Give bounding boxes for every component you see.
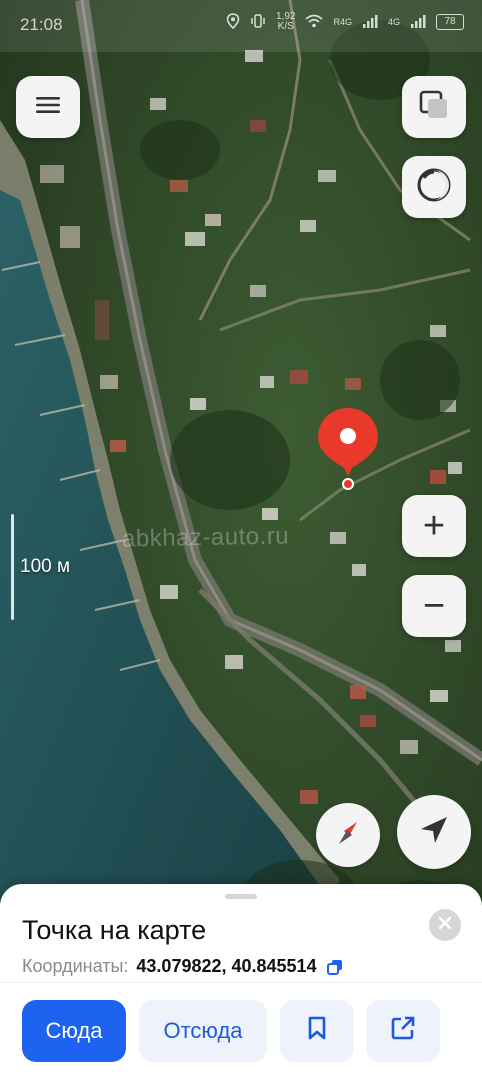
navigation-arrow-icon (417, 813, 451, 852)
signal-label-1: R4G (333, 17, 352, 27)
night-mode-icon (415, 166, 453, 209)
zoom-out-button[interactable]: − (402, 575, 466, 637)
route-from-button[interactable]: Отсюда (139, 1000, 267, 1062)
map-screen: 21:08 1,92 K/S R4G 4G 78 + − 100 м abkha… (0, 0, 482, 1080)
signal-bars-icon (362, 14, 378, 31)
status-time: 21:08 (20, 15, 63, 34)
close-button[interactable] (429, 909, 461, 941)
battery-indicator: 78 (436, 14, 464, 30)
signal-label-2: 4G (387, 17, 400, 27)
menu-button[interactable] (16, 76, 80, 138)
coordinates-label: Координаты: (22, 956, 129, 976)
coordinates-value[interactable]: 43.079822, 40.845514 (136, 956, 316, 977)
net-speed-unit: K/S (277, 21, 294, 32)
map-scale-label: 100 м (20, 556, 71, 577)
bookmark-icon (306, 1015, 328, 1047)
bookmark-button[interactable] (280, 1000, 354, 1062)
route-here-button[interactable]: Сюда (22, 1000, 126, 1062)
bottom-sheet: Точка на карте Координаты: 43.079822, 40… (0, 884, 482, 1080)
sheet-title: Точка на карте (22, 915, 207, 945)
my-location-button[interactable] (397, 795, 471, 869)
vibrate-icon (250, 13, 266, 32)
layers-button[interactable] (402, 76, 466, 138)
compass-button[interactable] (316, 803, 380, 867)
zoom-in-button[interactable]: + (402, 495, 466, 557)
share-button[interactable] (366, 1000, 440, 1062)
plus-icon: + (422, 505, 446, 547)
minus-icon: − (422, 585, 446, 627)
share-icon (390, 1015, 416, 1047)
compass-icon (331, 816, 365, 855)
location-icon (226, 12, 240, 32)
hamburger-icon (35, 95, 61, 120)
sheet-grabber[interactable] (225, 894, 257, 899)
map-scale-bar (11, 514, 14, 620)
net-speed: 1,92 K/S (276, 12, 295, 32)
divider (0, 982, 482, 983)
wifi-icon (305, 14, 323, 31)
layers-icon (417, 88, 451, 127)
coordinates-row: Координаты: 43.079822, 40.845514 (22, 956, 343, 977)
watermark: abkhaz-auto.ru (121, 522, 290, 553)
map-pin-icon[interactable] (316, 406, 380, 492)
close-icon (438, 916, 452, 935)
night-mode-button[interactable] (402, 156, 466, 218)
copy-icon[interactable] (326, 959, 343, 975)
status-icons: 1,92 K/S R4G 4G 78 (226, 12, 464, 32)
status-bar: 21:08 1,92 K/S R4G 4G 78 (0, 0, 482, 52)
signal-bars-icon (410, 14, 426, 31)
